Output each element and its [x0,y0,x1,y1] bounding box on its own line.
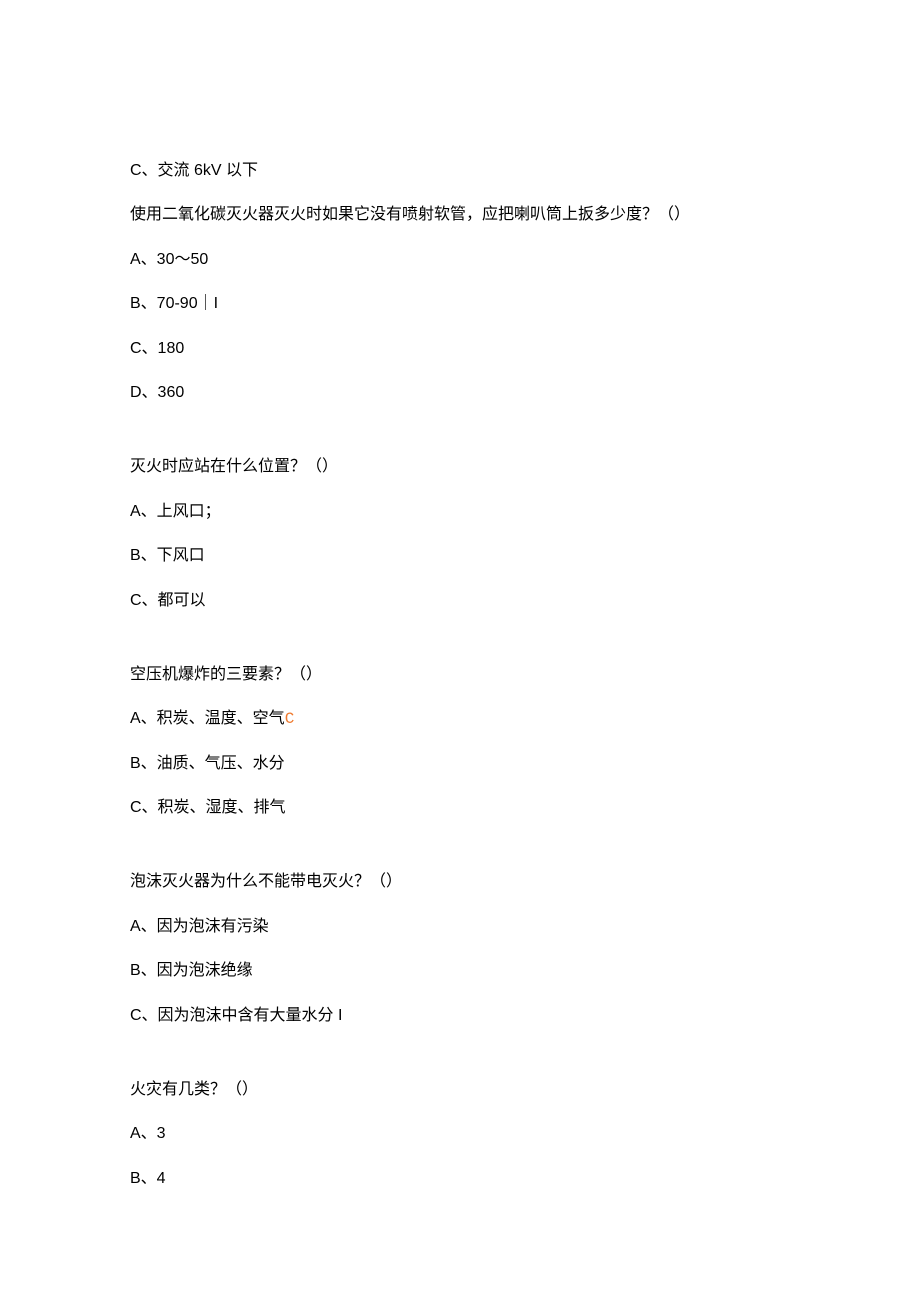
option-b-70-90: B、70-90｜I [130,293,790,315]
option-b-oil: B、油质、气压、水分 [130,753,790,775]
section-gap [130,841,790,871]
option-c-humidity: C、积炭、湿度、排气 [130,797,790,819]
section-gap [130,634,790,664]
option-d-360: D、360 [130,382,790,404]
option-b-insulation: B、因为泡沫绝缘 [130,960,790,982]
option-c-6kv: C、交流 6kV 以下 [130,160,790,182]
section-gap [130,426,790,456]
option-a-upwind: A、上风口； [130,501,790,523]
document-page: C、交流 6kV 以下 使用二氧化碳灭火器灭火时如果它没有喷射软管，应把喇叭筒上… [0,0,920,1312]
option-a-carbon-text: A、积炭、温度、空气 [130,710,285,727]
option-c-180: C、180 [130,338,790,360]
option-c-either: C、都可以 [130,590,790,612]
option-b-downwind: B、下风口 [130,545,790,567]
option-b-4: B、4 [130,1168,790,1190]
option-a-carbon: A、积炭、温度、空气C [130,708,790,730]
answer-mark-c: C [285,710,295,728]
option-a-pollution: A、因为泡沫有污染 [130,916,790,938]
section-gap [130,1049,790,1079]
question-position: 灭火时应站在什么位置？（） [130,456,790,478]
question-compressor: 空压机爆炸的三要素？（） [130,664,790,686]
option-a-30-50: A、30～50 [130,249,790,271]
option-a-3: A、3 [130,1123,790,1145]
option-c-water: C、因为泡沫中含有大量水分 I [130,1005,790,1027]
question-foam: 泡沫灭火器为什么不能带电灭火？（） [130,871,790,893]
question-co2-angle: 使用二氧化碳灭火器灭火时如果它没有喷射软管，应把喇叭筒上扳多少度？（） [130,204,790,226]
question-fire-types: 火灾有几类？（） [130,1079,790,1101]
